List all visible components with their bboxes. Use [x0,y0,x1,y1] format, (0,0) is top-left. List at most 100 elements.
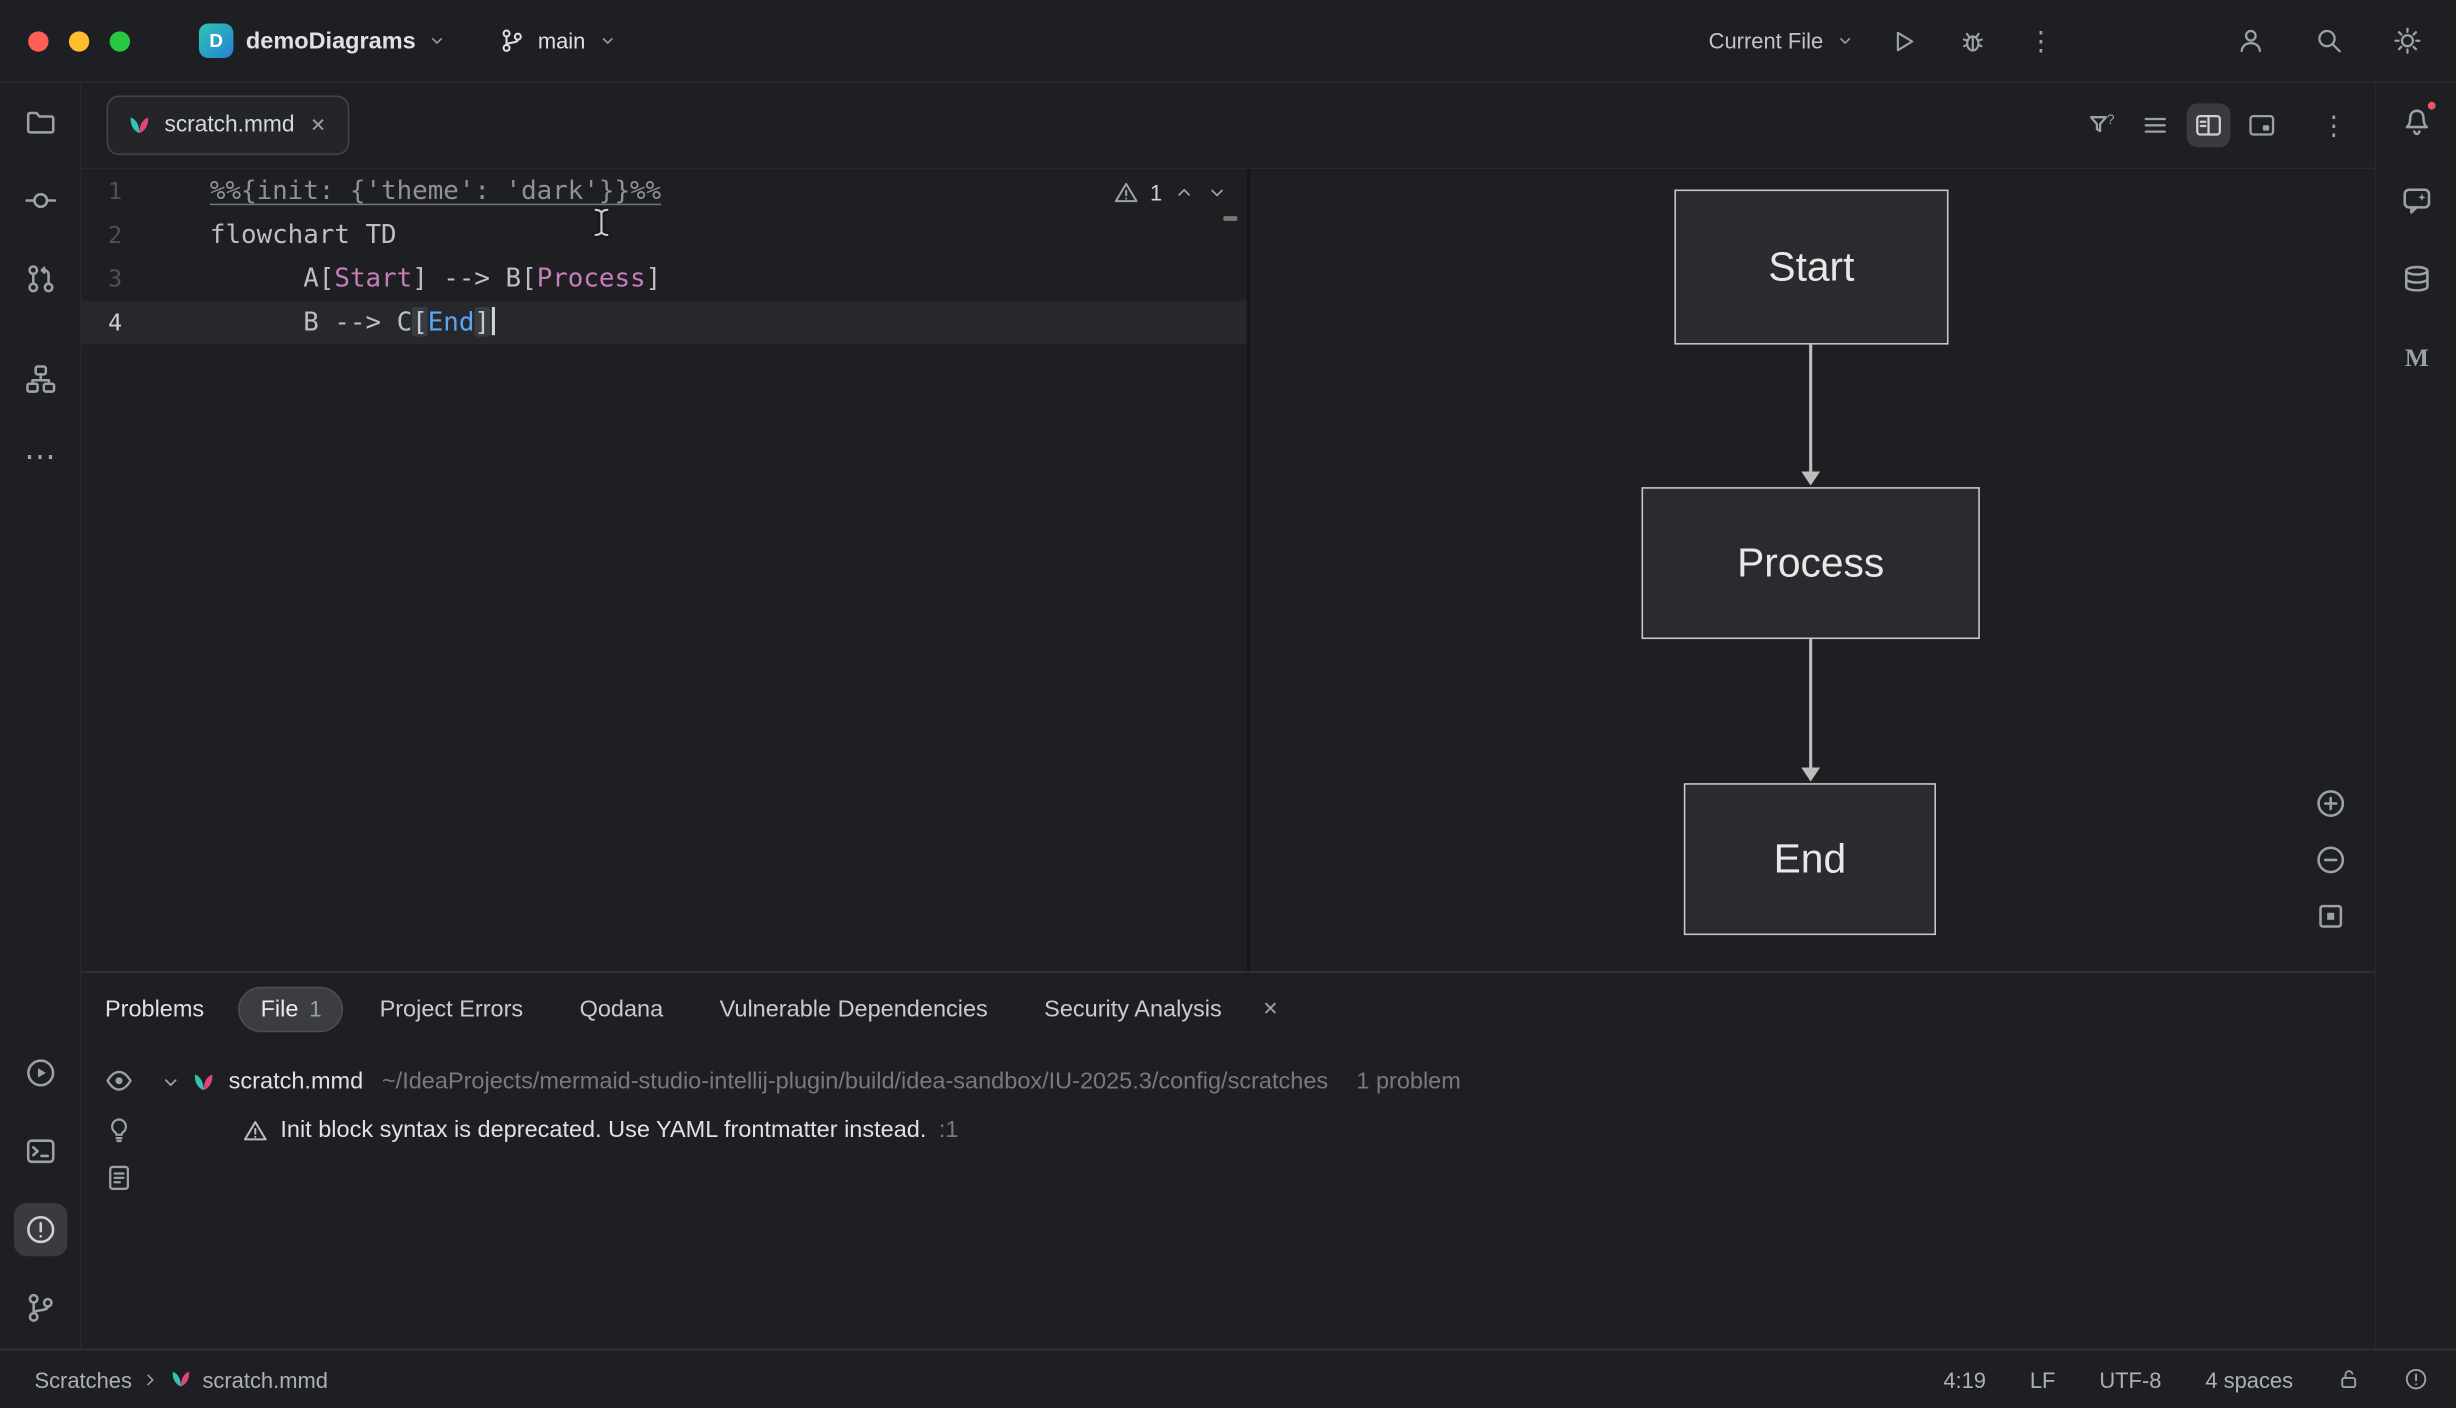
commit-tool-button[interactable] [13,174,66,227]
tab-label: File [261,995,299,1022]
scrollbar-warning-mark[interactable] [1223,216,1237,221]
chevron-down-icon[interactable] [160,1071,182,1093]
problems-tab-project-errors[interactable]: Project Errors [359,988,543,1030]
code-lines: 1%%{init: {'theme': 'dark'}}%%2 flowchart… [81,169,1246,344]
git-branch-selector[interactable]: main [488,20,630,61]
more-tool-windows-button[interactable]: ⋯ [13,431,66,484]
zoom-out-button[interactable] [2312,841,2350,879]
run-configuration-name: Current File [1709,28,1824,53]
database-tool-button[interactable] [2389,252,2442,305]
mermaid-tool-button[interactable] [2389,330,2442,383]
encoding-widget[interactable]: UTF-8 [2099,1367,2161,1392]
line-number[interactable]: 4 [81,301,122,345]
more-actions-button[interactable]: ⋮ [2017,17,2064,64]
indent-widget[interactable]: 4 spaces [2205,1367,2293,1392]
tab-scratch-mmd[interactable]: scratch.mmd ✕ [107,96,350,156]
problems-tool-button[interactable] [13,1203,66,1256]
problems-tab-qodana[interactable]: Qodana [559,988,683,1030]
diagram-node-start: Start [1674,190,1948,345]
code-line-2[interactable]: 2 flowchart TD [81,213,1246,257]
mermaid-m-icon [2400,341,2431,372]
tab-label: Vulnerable Dependencies [720,995,988,1022]
fullscreen-window-button[interactable] [110,31,130,51]
tab-label: Qodana [580,995,664,1022]
code-with-me-button[interactable] [2227,17,2274,64]
run-configuration-selector[interactable]: Current File [1696,20,1867,61]
line-number[interactable]: 1 [81,169,122,213]
line-separator-widget[interactable]: LF [2030,1367,2056,1392]
run-circle-icon [24,1057,55,1088]
editor-options-button[interactable]: ⋮ [2312,103,2356,147]
code-segment: Start [334,263,412,293]
node-label: Process [1737,539,1884,588]
next-problem-icon[interactable] [1206,182,1228,204]
problems-panel: Problems File 1 Project Errors Qodana Vu… [81,971,2374,1348]
search-everywhere-button[interactable] [2306,17,2353,64]
filter-question-icon [2088,111,2116,139]
debug-button[interactable] [1949,17,1996,64]
problem-location: :1 [939,1117,959,1144]
fit-screen-icon [2315,901,2346,932]
line-number[interactable]: 3 [81,257,122,301]
code-line-4[interactable]: 4 B --> C[End] [81,301,1246,345]
mermaid-preview-pane[interactable]: Start Process End [1250,169,2375,971]
version-control-tool-button[interactable] [13,1281,66,1334]
split-view-icon [2194,111,2222,139]
project-selector[interactable]: D demoDiagrams [186,16,459,66]
text-caret [492,307,495,335]
preview-only-view-button[interactable] [2240,103,2284,147]
problems-tab-file[interactable]: File 1 [239,986,344,1031]
close-problems-tab-icon[interactable]: ✕ [1258,995,1283,1023]
problem-file-row[interactable]: scratch.mmd ~/IdeaProjects/mermaid-studi… [160,1057,2375,1106]
close-window-button[interactable] [28,31,48,51]
preview-window-icon [2248,111,2276,139]
diagram-arrowhead [1800,768,1819,782]
run-button[interactable] [1880,17,1927,64]
problem-warning-row[interactable]: Init block syntax is deprecated. Use YAM… [243,1106,2375,1155]
ai-assistant-button[interactable] [2149,17,2196,64]
ai-assistant-tool-button[interactable] [2389,174,2442,227]
split-editor-preview-button[interactable] [2187,103,2231,147]
line-number[interactable]: 2 [81,213,122,257]
code-segment: flowchart TD [210,219,397,249]
close-tab-icon[interactable]: ✕ [307,113,329,138]
services-tool-button[interactable] [13,1046,66,1099]
zoom-in-button[interactable] [2312,785,2350,823]
fit-to-screen-button[interactable] [2312,898,2350,936]
prev-problem-icon[interactable] [1173,182,1195,204]
filter-problems-button[interactable] [2080,103,2124,147]
code-editor[interactable]: 1%%{init: {'theme': 'dark'}}%%2 flowchart… [81,169,1246,971]
project-name: demoDiagrams [246,27,416,54]
open-preview-doc-icon[interactable] [105,1164,133,1192]
pull-requests-tool-button[interactable] [13,252,66,305]
project-tool-button[interactable] [13,96,66,149]
code-line-1[interactable]: 1%%{init: {'theme': 'dark'}}%% [81,169,1246,213]
lock-open-icon[interactable] [2337,1367,2360,1390]
tab-label: Project Errors [380,995,524,1022]
problems-tab-security-analysis[interactable]: Security Analysis [1024,988,1242,1030]
view-options-eye-icon[interactable] [105,1067,133,1095]
diagram-edge [1809,639,1811,767]
node-label: End [1774,835,1846,884]
code-text: flowchart TD [122,213,396,257]
editor-only-view-button[interactable] [2133,103,2177,147]
settings-button[interactable] [2384,17,2431,64]
code-line-3[interactable]: 3 A[Start] --> B[Process] [81,257,1246,301]
notifications-button[interactable] [2389,96,2442,149]
breadcrumb-scratches[interactable]: Scratches [34,1367,132,1392]
minimize-window-button[interactable] [69,31,89,51]
ellipsis-icon: ⋯ [24,442,55,473]
caret-position-widget[interactable]: 4:19 [1943,1367,1986,1392]
status-alert-icon[interactable] [2404,1367,2427,1390]
terminal-tool-button[interactable] [13,1125,66,1178]
bell-icon [2400,107,2431,138]
ai-logo-icon [2158,27,2186,55]
warning-count: 1 [1150,180,1162,205]
structure-tool-button[interactable] [13,352,66,405]
window-controls [28,31,130,51]
inspection-widget[interactable]: 1 [1114,172,1228,213]
breadcrumb-file[interactable]: scratch.mmd [202,1367,328,1392]
problems-tab-vulnerable-dependencies[interactable]: Vulnerable Dependencies [699,988,1008,1030]
git-branch-icon [500,28,525,53]
quick-fix-bulb-icon[interactable] [105,1115,133,1143]
